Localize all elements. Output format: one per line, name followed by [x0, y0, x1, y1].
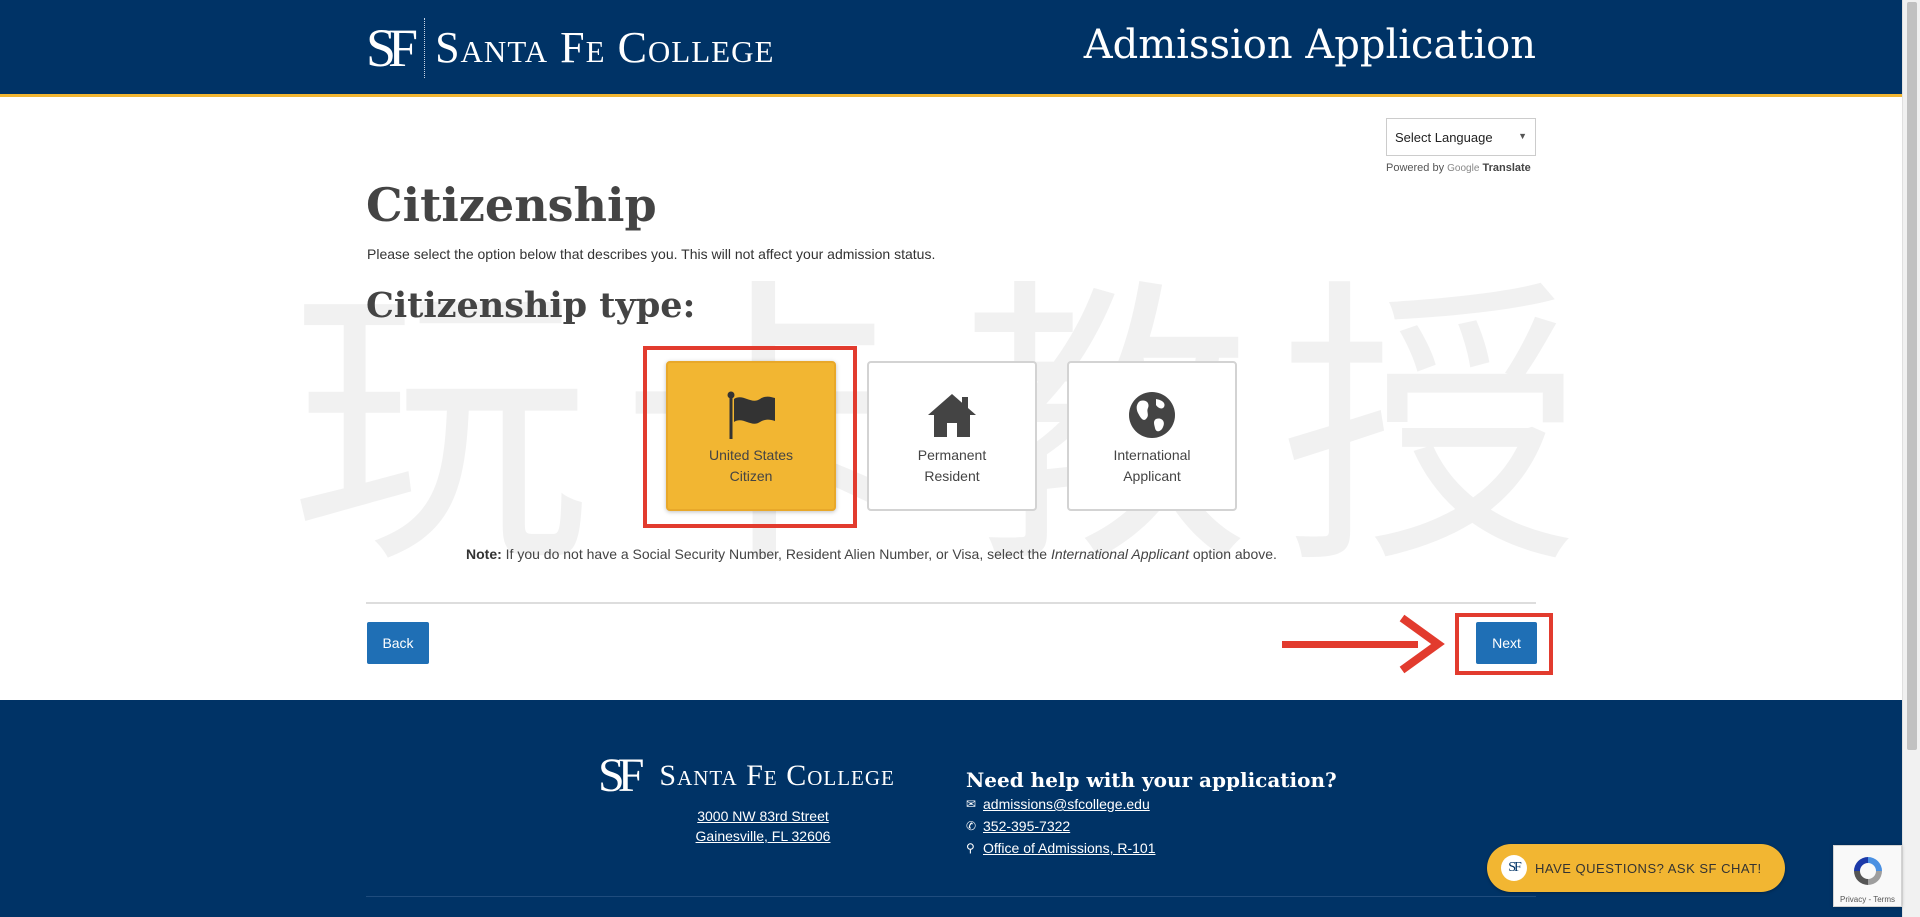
page-title: Citizenship [366, 178, 657, 232]
map-marker-icon: ⚲ [966, 841, 975, 855]
footer-logo-mark: SF [598, 749, 644, 802]
powered-by-google-translate: Powered by Google Translate [1386, 162, 1531, 174]
address-line-2: Gainesville, FL 32606 [695, 828, 831, 844]
scrollbar[interactable] [1902, 0, 1920, 917]
note-text-after: option above. [1188, 546, 1277, 562]
back-button[interactable]: Back [367, 622, 429, 664]
footer-address-link[interactable]: 3000 NW 83rd Street Gainesville, FL 3260… [668, 806, 858, 846]
logo-text: Santa Fe College [435, 23, 775, 72]
office-link[interactable]: ⚲ Office of Admissions, R-101 [966, 840, 1155, 856]
envelope-icon: ✉ [966, 797, 977, 811]
annotation-arrow-icon [1399, 614, 1445, 674]
footer-divider [366, 896, 1536, 897]
recaptcha-links[interactable]: Privacy - Terms [1834, 895, 1901, 904]
option-label: International Applicant [1113, 447, 1191, 484]
annotation-highlight-next [1455, 613, 1553, 675]
chevron-down-icon: ▼ [1518, 131, 1527, 141]
email-link[interactable]: ✉ admissions@sfcollege.edu [966, 796, 1150, 812]
chat-label: HAVE QUESTIONS? ASK SF CHAT! [1535, 860, 1762, 876]
phone-link[interactable]: ✆ 352-395-7322 [966, 818, 1070, 834]
footer-logo[interactable]: SF Santa Fe College [598, 748, 895, 803]
translate-link[interactable]: Translate [1482, 162, 1530, 174]
note-label: Note: [466, 546, 502, 562]
option-permanent-resident[interactable]: Permanent Resident [867, 361, 1037, 511]
office-text: Office of Admissions, R-101 [983, 840, 1156, 856]
recaptcha-icon [1853, 857, 1882, 885]
sf-chat-button[interactable]: SF HAVE QUESTIONS? ASK SF CHAT! [1487, 844, 1785, 892]
phone-text: 352-395-7322 [983, 818, 1071, 834]
recaptcha-badge[interactable]: Privacy - Terms [1833, 845, 1902, 907]
intro-text: Please select the option below that desc… [367, 246, 936, 262]
logo-mark: SF [366, 18, 426, 78]
house-icon [928, 394, 976, 437]
language-select-value: Select Language [1395, 130, 1493, 145]
google-logo-text: Google [1447, 163, 1480, 174]
college-logo[interactable]: SF Santa Fe College [366, 18, 774, 78]
language-select[interactable]: Select Language ▼ [1386, 118, 1536, 156]
address-line-1: 3000 NW 83rd Street [697, 808, 829, 824]
note-emphasis: International Applicant [1050, 546, 1189, 562]
phone-icon: ✆ [966, 819, 977, 833]
section-title: Citizenship type: [366, 285, 696, 326]
page-header-title: Admission Application [1083, 22, 1536, 68]
site-header: SF Santa Fe College Admission Applicatio… [0, 0, 1902, 97]
scrollbar-thumb[interactable] [1907, 2, 1917, 750]
divider [366, 602, 1536, 604]
annotation-highlight-option [643, 346, 857, 528]
citizenship-note: Note: If you do not have a Social Securi… [466, 546, 1277, 562]
powered-by-text: Powered by [1386, 162, 1445, 174]
globe-icon [1129, 392, 1175, 438]
note-text-before: If you do not have a Social Security Num… [501, 546, 1051, 562]
email-text: admissions@sfcollege.edu [983, 796, 1150, 812]
option-label: Permanent Resident [917, 447, 987, 484]
footer-logo-text: Santa Fe College [659, 758, 895, 792]
option-international-applicant[interactable]: International Applicant [1067, 361, 1237, 511]
chat-logo-icon: SF [1501, 855, 1527, 881]
help-title: Need help with your application? [966, 768, 1337, 792]
